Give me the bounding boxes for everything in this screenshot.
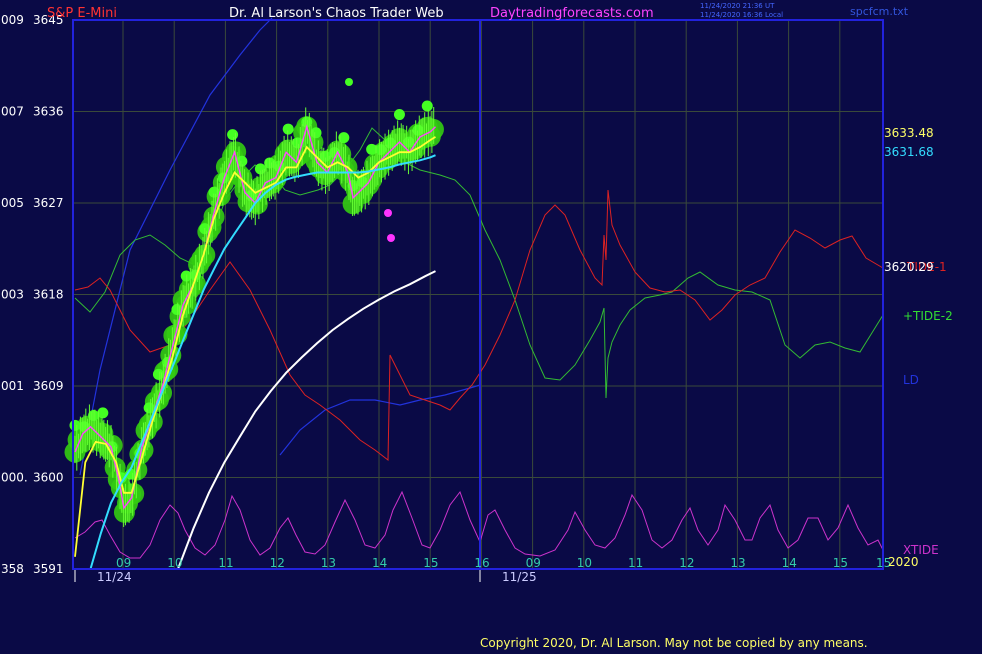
bubble-marker: [227, 129, 239, 141]
y-tick-label: 3609: [33, 379, 64, 393]
data-file-label: spcfcm.txt: [850, 5, 909, 18]
bubble-marker: [393, 109, 405, 121]
series-label-ld: LD: [903, 373, 919, 387]
x-tick-label: 11: [628, 556, 643, 570]
y-tick-left: 005: [1, 196, 24, 210]
y-tick-left: 007: [1, 105, 24, 119]
x-tick-label: 11: [218, 556, 233, 570]
site-url: Daytradingforecasts.com: [490, 6, 654, 21]
low-marker: [384, 209, 392, 217]
peak-marker: [345, 78, 353, 86]
last-value-slow: 3620.29: [884, 260, 934, 274]
x-tick-label: 15: [833, 556, 848, 570]
y-tick-left: 001: [1, 379, 24, 393]
timestamp-ut: 11/24/2020 21:36 UT: [700, 2, 775, 10]
series-label-xtide: XTIDE: [903, 543, 939, 557]
y-tick-label: 3600: [33, 471, 64, 485]
y-tick-left: 009: [1, 13, 24, 27]
y-tick-left: 358: [1, 562, 24, 576]
date-label-1: 11/24: [97, 570, 132, 584]
x-tick-label: 09: [116, 556, 131, 570]
x-tick-label: 14: [782, 556, 797, 570]
x-tick-label: 16: [474, 556, 489, 570]
y-tick-label: 3591: [33, 562, 64, 576]
x-tick-label: 13: [321, 556, 336, 570]
series-label-tide2: +TIDE-2: [903, 309, 953, 323]
y-tick-left: 003: [1, 288, 24, 302]
bubble-marker: [310, 127, 322, 139]
chart-canvas: 358 3591 000. 3600 001 3609 003 3618 005 3627 007 3…: [0, 0, 982, 650]
timestamp-local: 11/24/2020 16:36 Local: [700, 11, 783, 19]
y-tick-label: 3627: [33, 196, 64, 210]
bubble-marker: [421, 100, 433, 112]
x-tick-label: 12: [679, 556, 694, 570]
x-tick-label: 15: [423, 556, 438, 570]
copyright-notice: Copyright 2020, Dr. Al Larson. May not b…: [480, 636, 868, 650]
background: [0, 0, 982, 650]
bubble-marker: [152, 368, 164, 380]
last-value-mid: 3631.68: [884, 145, 934, 159]
instrument-label: S&P E-Mini: [47, 6, 117, 21]
year-label: 2020: [888, 555, 919, 569]
bubble-marker: [282, 123, 294, 135]
x-tick-label: 10: [167, 556, 182, 570]
bubble-marker: [97, 407, 109, 419]
chart-window: 358 3591 000. 3600 001 3609 003 3618 005 3627 007 3…: [0, 0, 982, 650]
bubble-marker: [143, 402, 155, 414]
x-tick-label: 13: [730, 556, 745, 570]
bubble-marker: [69, 419, 81, 431]
site-title: Dr. Al Larson's Chaos Trader Web: [229, 6, 444, 21]
x-tick-label: 12: [270, 556, 285, 570]
x-tick-label: 09: [526, 556, 541, 570]
x-tick-label: 10: [577, 556, 592, 570]
low-marker: [387, 234, 395, 242]
x-tick-label: 14: [372, 556, 387, 570]
date-label-2: 11/25: [502, 570, 537, 584]
y-tick-label: 3636: [33, 105, 64, 119]
last-value-fast: 3633.48: [884, 126, 934, 140]
y-tick-left: 000.: [1, 471, 28, 485]
y-tick-label: 3618: [33, 288, 64, 302]
